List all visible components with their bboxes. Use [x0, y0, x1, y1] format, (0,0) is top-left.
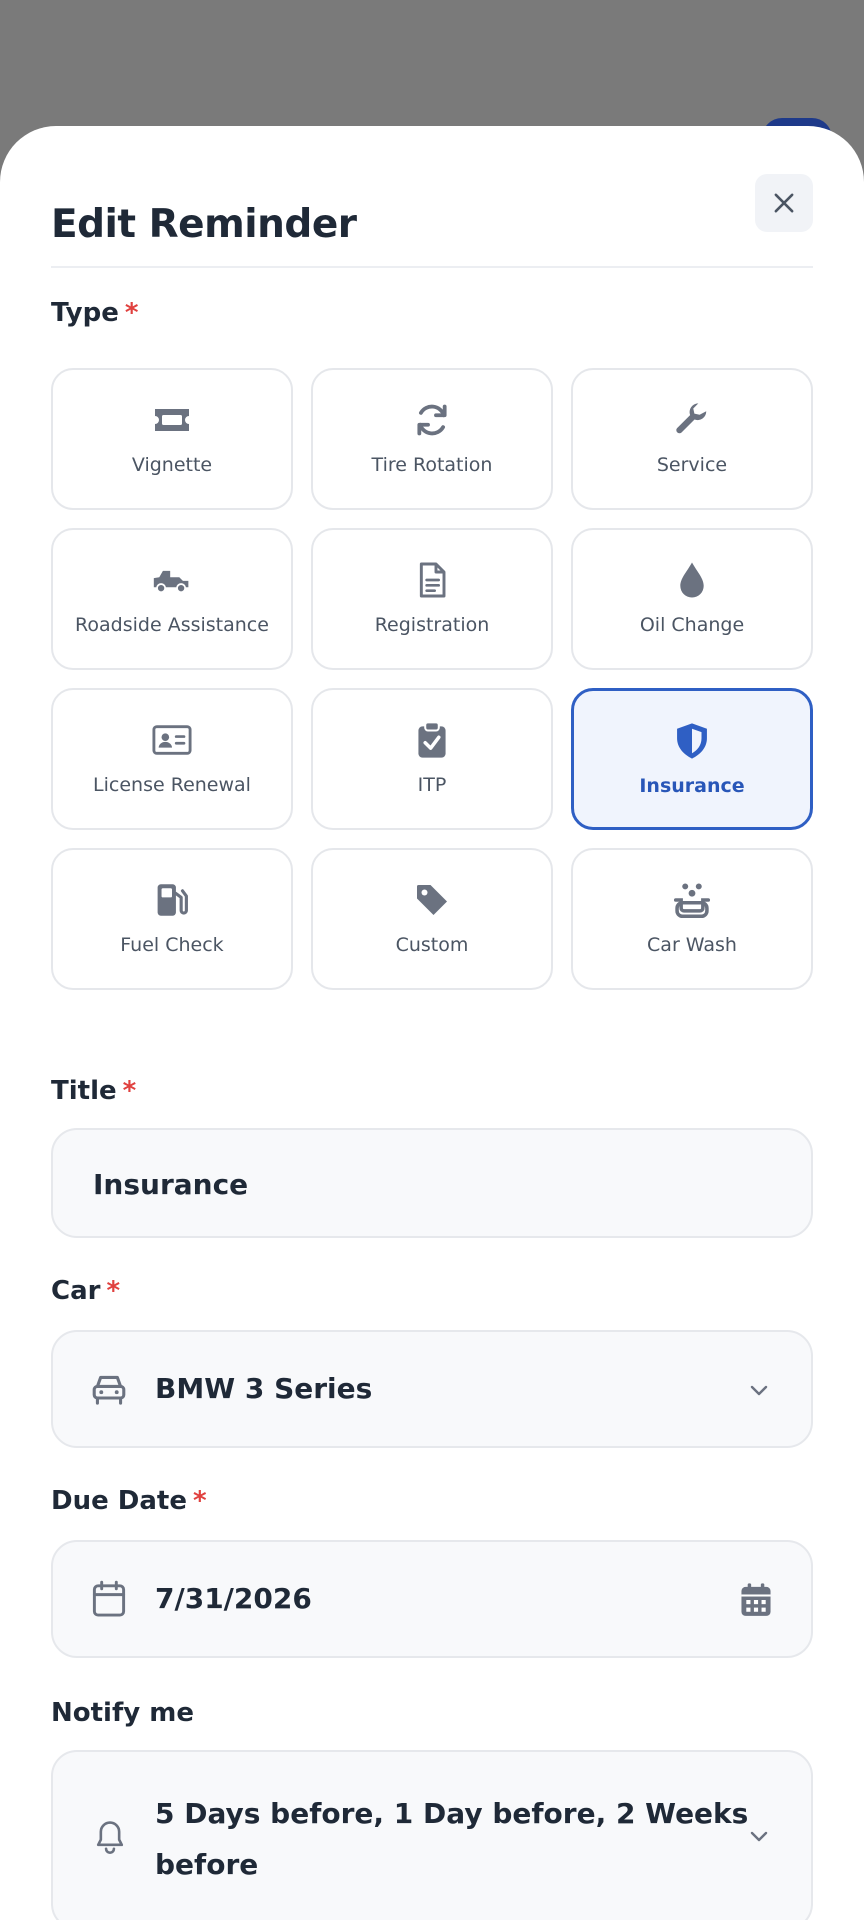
car-label-text: Car: [51, 1276, 101, 1306]
required-mark: *: [106, 1276, 121, 1306]
close-button[interactable]: [755, 174, 813, 232]
title-label: Title *: [51, 1076, 136, 1106]
type-card-fuel-check[interactable]: Fuel Check: [51, 848, 293, 990]
calendar-icon: [92, 1580, 126, 1617]
notify-value: 5 Days before, 1 Day before, 2 Weeks bef…: [155, 1788, 748, 1890]
type-card-vignette[interactable]: Vignette: [51, 368, 293, 510]
required-mark: *: [122, 1076, 137, 1106]
type-card-label: Fuel Check: [120, 934, 224, 956]
shield-icon: [677, 723, 707, 759]
type-card-roadside-assistance[interactable]: Roadside Assistance: [51, 528, 293, 670]
type-grid: Vignette Tire Rotation Service Roadside …: [51, 368, 813, 990]
clipboard-check-icon: [418, 721, 446, 758]
fuel-pump-icon: [157, 884, 188, 916]
type-card-label: Tire Rotation: [371, 454, 493, 476]
edit-reminder-sheet: Edit Reminder Type * Vignette Tire Rotat…: [0, 126, 864, 1920]
rotate-icon: [417, 404, 447, 436]
due-date-value: 7/31/2026: [155, 1582, 312, 1615]
notify-label: Notify me: [51, 1698, 194, 1728]
type-card-label: Vignette: [131, 454, 213, 476]
type-card-label: Car Wash: [647, 934, 737, 956]
type-card-label: Registration: [374, 614, 490, 636]
type-card-oil-change[interactable]: Oil Change: [571, 528, 813, 670]
id-card-icon: [152, 725, 192, 755]
type-card-label: Service: [656, 454, 728, 476]
notify-value-line-1: 5 Days before, 1 Day before, 2 Weeks: [155, 1797, 749, 1830]
type-label-text: Type: [51, 298, 119, 328]
title-input[interactable]: Insurance: [51, 1128, 813, 1238]
title-input-value: Insurance: [93, 1168, 249, 1201]
type-card-custom[interactable]: Custom: [311, 848, 553, 990]
notify-select[interactable]: 5 Days before, 1 Day before, 2 Weeks bef…: [51, 1750, 813, 1920]
oil-drop-icon: [680, 562, 704, 598]
type-card-insurance[interactable]: Insurance: [571, 688, 813, 830]
ticket-icon: [155, 409, 189, 431]
type-card-tire-rotation[interactable]: Tire Rotation: [311, 368, 553, 510]
bell-icon: [96, 1821, 124, 1854]
due-date-label: Due Date *: [51, 1486, 207, 1516]
tag-icon: [417, 885, 447, 915]
type-card-label: Oil Change: [639, 614, 745, 636]
sheet-header: Edit Reminder: [51, 174, 813, 268]
car-icon: [92, 1375, 126, 1405]
due-date-input[interactable]: 7/31/2026: [51, 1540, 813, 1658]
type-card-label: Insurance: [639, 775, 745, 797]
chevron-down-icon: [750, 1831, 768, 1842]
type-card-label: License Renewal: [93, 774, 251, 796]
type-card-label: Custom: [395, 934, 469, 956]
type-card-license-renewal[interactable]: License Renewal: [51, 688, 293, 830]
notify-value-line-2: before: [155, 1848, 259, 1881]
wrench-icon: [676, 403, 707, 434]
car-select[interactable]: BMW 3 Series: [51, 1330, 813, 1448]
document-icon: [419, 562, 446, 598]
car-wash-icon: [673, 883, 711, 919]
tow-truck-icon: [153, 570, 189, 594]
required-mark: *: [124, 298, 139, 328]
chevron-down-icon: [750, 1385, 768, 1396]
type-card-label: Roadside Assistance: [75, 614, 269, 636]
type-card-itp[interactable]: ITP: [311, 688, 553, 830]
type-card-service[interactable]: Service: [571, 368, 813, 510]
calendar-picker-icon: [741, 1583, 771, 1616]
close-icon: [774, 193, 794, 213]
car-label: Car *: [51, 1276, 120, 1306]
type-card-label: ITP: [417, 774, 447, 796]
type-card-car-wash[interactable]: Car Wash: [571, 848, 813, 990]
page-title: Edit Reminder: [51, 202, 357, 247]
car-select-value: BMW 3 Series: [155, 1372, 373, 1405]
type-label: Type *: [51, 298, 138, 328]
type-card-registration[interactable]: Registration: [311, 528, 553, 670]
due-date-label-text: Due Date: [51, 1486, 187, 1516]
title-label-text: Title: [51, 1076, 117, 1106]
required-mark: *: [192, 1486, 207, 1516]
